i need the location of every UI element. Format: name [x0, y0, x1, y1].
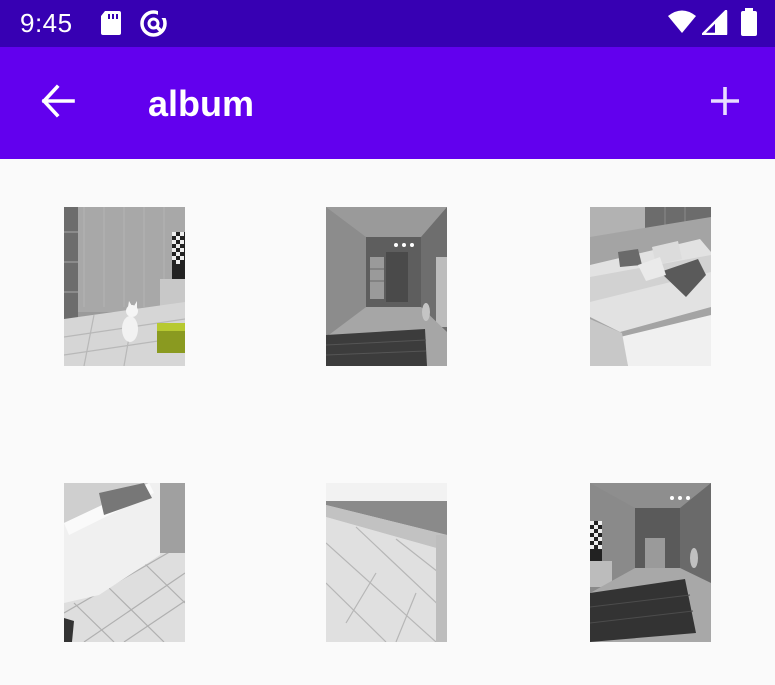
photo-thumbnail[interactable]: [590, 483, 711, 642]
arrow-back-icon: [40, 83, 76, 124]
page-title: album: [148, 83, 255, 124]
photo-thumbnail[interactable]: [64, 483, 185, 642]
app-bar: album: [0, 47, 775, 159]
wifi-icon: [667, 10, 697, 39]
photo-thumbnail[interactable]: [326, 483, 447, 642]
signal-icon: [701, 9, 728, 40]
status-bar: 9:45: [0, 0, 775, 47]
photo-thumbnail[interactable]: [326, 207, 447, 366]
photo-thumbnail[interactable]: [590, 207, 711, 366]
sd-card-icon: [100, 10, 122, 41]
photo-thumbnail[interactable]: [64, 207, 185, 366]
battery-icon: [740, 8, 758, 42]
add-photo-button[interactable]: [697, 75, 753, 131]
back-button[interactable]: [30, 75, 86, 131]
data-saver-icon: [139, 9, 168, 43]
status-time: 9:45: [20, 8, 73, 38]
add-icon: [709, 85, 741, 122]
